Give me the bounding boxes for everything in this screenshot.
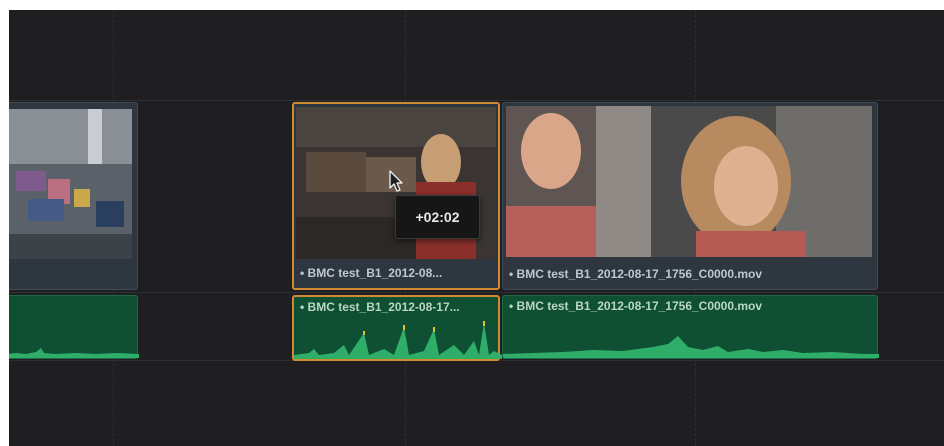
clip-label-text: BMC test_B1_2012-08-17_1756_C0000.mov	[516, 267, 763, 281]
audio-clip-main[interactable]: • BMC test_B1_2012-08-17_1756_C0000.mov	[502, 295, 879, 359]
audio-clip-selected[interactable]: • BMC test_B1_2012-08-17...	[292, 295, 502, 361]
audio-waveform	[294, 321, 502, 359]
clip-label-text: BMC test_B1_2012-08...	[307, 266, 443, 280]
drag-offset-tooltip: +02:02	[395, 195, 480, 239]
audio-waveform	[9, 348, 139, 358]
screenshot-frame: • BMC test_B1_2012-08... • BMC test_B1_2…	[0, 0, 944, 446]
audio-waveform	[503, 336, 879, 358]
clip-label-text: BMC test_B1_2012-08-17...	[307, 300, 460, 314]
timeline-panel[interactable]: • BMC test_B1_2012-08... • BMC test_B1_2…	[9, 10, 944, 446]
track-separator	[9, 100, 944, 101]
clip-thumbnail	[506, 106, 872, 257]
clip-label-text: BMC test_B1_2012-08-17_1756_C0000.mov	[516, 299, 763, 313]
arrow-pointer-icon	[389, 170, 403, 192]
clip-label: • BMC test_B1_2012-08-17_1756_C0000.mov	[509, 267, 763, 281]
clip-label: • BMC test_B1_2012-08-17_1756_C0000.mov	[509, 299, 763, 313]
clip-thumbnail	[9, 109, 132, 259]
video-clip-main[interactable]: • BMC test_B1_2012-08-17_1756_C0000.mov	[502, 102, 878, 290]
clip-label: • BMC test_B1_2012-08...	[300, 266, 443, 280]
clip-label: • BMC test_B1_2012-08-17...	[300, 300, 460, 314]
track-separator	[9, 292, 944, 293]
video-clip-graffiti[interactable]	[9, 102, 138, 290]
audio-clip-graffiti[interactable]	[9, 295, 139, 359]
